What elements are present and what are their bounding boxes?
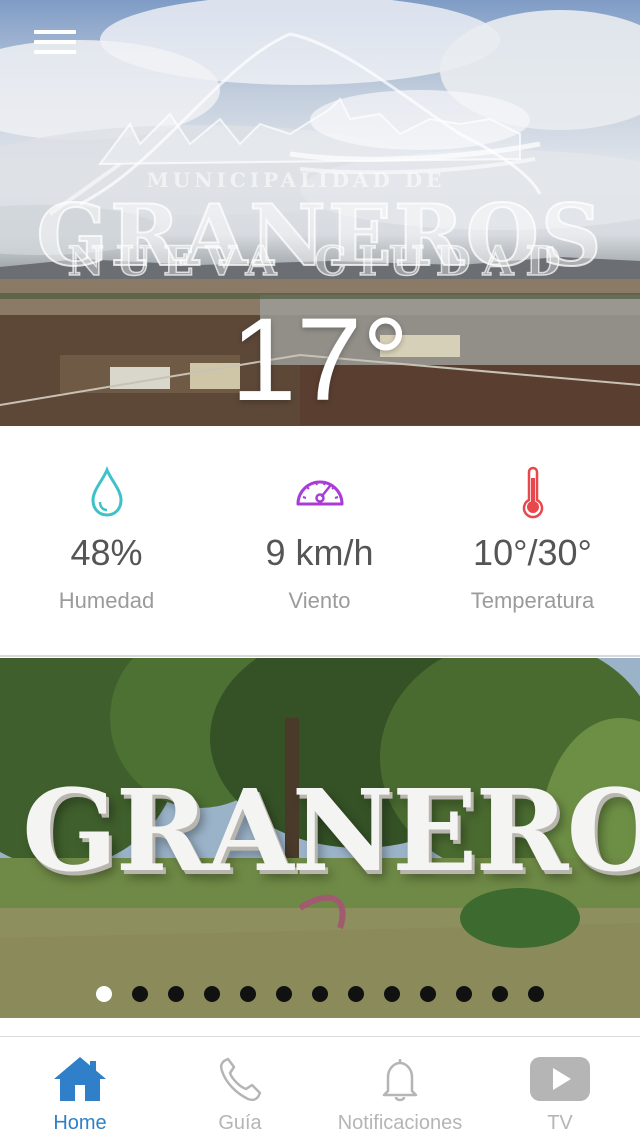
humidity-value: 48% bbox=[70, 532, 143, 573]
carousel-dot[interactable] bbox=[528, 986, 544, 1002]
tab-tv-label: TV bbox=[547, 1112, 573, 1134]
carousel-dot[interactable] bbox=[492, 986, 508, 1002]
wind-label: Viento bbox=[288, 588, 351, 613]
carousel-dot[interactable] bbox=[96, 986, 112, 1002]
hamburger-menu-icon[interactable] bbox=[34, 28, 78, 58]
weather-stats: 48% Humedad 9 km/h Viento 10°/30° Temper… bbox=[0, 426, 640, 656]
water-drop-icon bbox=[90, 465, 123, 517]
speedometer-icon bbox=[296, 480, 343, 506]
carousel-dot[interactable] bbox=[204, 986, 220, 1002]
stat-humidity: 48% Humedad bbox=[0, 426, 213, 656]
tab-home[interactable]: Home bbox=[0, 1037, 160, 1137]
section-divider bbox=[0, 655, 640, 657]
photo-carousel[interactable]: GRANEROS bbox=[0, 658, 640, 1018]
bottom-tab-bar: Home Guía Notificaciones TV bbox=[0, 1036, 640, 1137]
bell-icon bbox=[382, 1056, 418, 1102]
menu-line bbox=[34, 40, 76, 44]
carousel-dot[interactable] bbox=[276, 986, 292, 1002]
tab-guia-label: Guía bbox=[218, 1112, 262, 1134]
logo-line-nueva-ciudad: NUEVA CIUDAD bbox=[67, 237, 573, 286]
temperature-range-value: 10°/30° bbox=[473, 532, 592, 573]
tab-tv[interactable]: TV bbox=[480, 1037, 640, 1137]
hero-banner: MUNICIPALIDAD DE GRANEROS NUEVA CIUDAD 1… bbox=[0, 0, 640, 426]
tab-notificaciones-label: Notificaciones bbox=[337, 1112, 463, 1134]
carousel-dot[interactable] bbox=[348, 986, 364, 1002]
menu-line bbox=[34, 50, 76, 54]
carousel-dot[interactable] bbox=[456, 986, 472, 1002]
carousel-pagination bbox=[0, 984, 640, 1004]
stat-temperature: 10°/30° Temperatura bbox=[426, 426, 639, 656]
carousel-dot[interactable] bbox=[132, 986, 148, 1002]
tab-home-label: Home bbox=[53, 1112, 107, 1134]
carousel-dot[interactable] bbox=[168, 986, 184, 1002]
thermometer-icon bbox=[522, 466, 543, 519]
carousel-dot[interactable] bbox=[312, 986, 328, 1002]
house-icon bbox=[54, 1057, 106, 1101]
play-video-icon bbox=[530, 1057, 590, 1101]
stat-wind: 9 km/h Viento bbox=[213, 426, 426, 656]
carousel-dot[interactable] bbox=[240, 986, 256, 1002]
carousel-dot[interactable] bbox=[420, 986, 436, 1002]
wind-value: 9 km/h bbox=[265, 532, 374, 573]
tab-guia[interactable]: Guía bbox=[160, 1037, 320, 1137]
temperature-range-label: Temperatura bbox=[470, 588, 595, 613]
phone-icon bbox=[219, 1057, 262, 1102]
tab-notificaciones[interactable]: Notificaciones bbox=[320, 1037, 480, 1137]
current-temperature: 17° bbox=[230, 294, 410, 426]
carousel-dot[interactable] bbox=[384, 986, 400, 1002]
graneros-sign: GRANEROS bbox=[22, 766, 640, 897]
menu-line bbox=[34, 30, 76, 34]
humidity-label: Humedad bbox=[58, 588, 155, 613]
